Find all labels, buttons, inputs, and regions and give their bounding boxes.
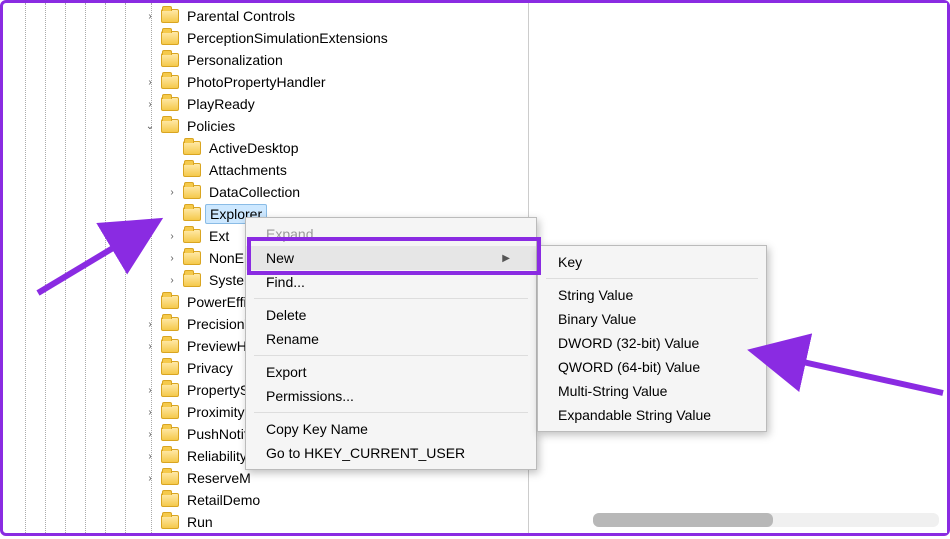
chevron-right-icon[interactable]: › [165,229,179,243]
submenu-multi-string[interactable]: Multi-String Value [538,379,766,403]
chevron-right-icon[interactable]: › [143,339,157,353]
folder-icon [161,471,179,485]
folder-icon [161,383,179,397]
menu-rename[interactable]: Rename [246,327,536,351]
tree-item-perceptionsimulationextensions[interactable]: PerceptionSimulationExtensions [143,27,523,49]
tree-item-label: Parental Controls [183,7,299,25]
folder-icon [161,53,179,67]
tree-item-datacollection[interactable]: › DataCollection [143,181,523,203]
chevron-right-icon: ▶ [502,253,510,264]
menu-permissions[interactable]: Permissions... [246,384,536,408]
chevron-right-icon[interactable]: › [143,427,157,441]
tree-item-personalization[interactable]: Personalization [143,49,523,71]
folder-icon [161,9,179,23]
tree-item-playready[interactable]: › PlayReady [143,93,523,115]
menu-separator [254,355,528,356]
folder-icon [183,273,201,287]
tree-item-label: PlayReady [183,95,259,113]
chevron-right-icon[interactable]: › [165,185,179,199]
tree-item-label: PhotoPropertyHandler [183,73,330,91]
chevron-right-icon[interactable]: › [143,97,157,111]
tree-item-run[interactable]: Run [143,511,523,533]
chevron-right-icon[interactable]: › [143,449,157,463]
tree-item-parental-controls[interactable]: › Parental Controls [143,5,523,27]
folder-icon [161,75,179,89]
tree-item-label: Personalization [183,51,287,69]
folder-icon [161,31,179,45]
menu-separator [546,278,758,279]
tree-item-label: Ext [205,227,233,245]
tree-item-label: Reliability [183,447,251,465]
chevron-right-icon[interactable]: › [143,471,157,485]
folder-icon [161,295,179,309]
folder-icon [161,515,179,529]
chevron-right-icon[interactable]: › [143,9,157,23]
menu-find[interactable]: Find... [246,270,536,294]
tree-item-attachments[interactable]: Attachments [143,159,523,181]
chevron-right-icon[interactable]: › [165,273,179,287]
folder-icon [161,317,179,331]
menu-go-to[interactable]: Go to HKEY_CURRENT_USER [246,441,536,465]
menu-copy-key-name[interactable]: Copy Key Name [246,417,536,441]
chevron-down-icon[interactable]: ⌄ [143,119,157,133]
submenu-dword[interactable]: DWORD (32-bit) Value [538,331,766,355]
submenu-binary[interactable]: Binary Value [538,307,766,331]
folder-icon [183,251,201,265]
folder-icon [161,449,179,463]
menu-expand: Expand [246,222,536,246]
tree-item-label: ReserveM [183,469,255,487]
folder-icon [161,97,179,111]
folder-icon [161,405,179,419]
folder-icon [183,163,201,177]
tree-item-label: PropertyS [183,381,253,399]
tree-item-label: RetailDemo [183,491,264,509]
scrollbar-thumb[interactable] [593,513,773,527]
new-submenu[interactable]: Key String Value Binary Value DWORD (32-… [537,245,767,432]
tree-item-label: PerceptionSimulationExtensions [183,29,392,47]
chevron-right-icon[interactable]: › [143,383,157,397]
tree-item-label: Attachments [205,161,291,179]
tree-item-reservem[interactable]: › ReserveM [143,467,523,489]
folder-icon [161,119,179,133]
tree-item-label: Run [183,513,217,531]
submenu-expandable-string[interactable]: Expandable String Value [538,403,766,427]
chevron-right-icon[interactable]: › [143,405,157,419]
folder-icon [161,427,179,441]
folder-icon [161,361,179,375]
menu-separator [254,298,528,299]
folder-icon [161,493,179,507]
tree-item-activedesktop[interactable]: ActiveDesktop [143,137,523,159]
submenu-qword[interactable]: QWORD (64-bit) Value [538,355,766,379]
tree-item-label: PushNotif [183,425,252,443]
tree-item-retaildemo[interactable]: RetailDemo [143,489,523,511]
tree-item-label: PreviewH [183,337,251,355]
tree-item-photopropertyhandler[interactable]: › PhotoPropertyHandler [143,71,523,93]
tree-item-label: DataCollection [205,183,304,201]
tree-item-label: PowerEffi [183,293,251,311]
menu-delete[interactable]: Delete [246,303,536,327]
chevron-right-icon[interactable]: › [143,75,157,89]
submenu-string[interactable]: String Value [538,283,766,307]
tree-item-label: Policies [183,117,239,135]
tree-item-label: Proximity [183,403,249,421]
folder-icon [183,229,201,243]
menu-separator [254,412,528,413]
folder-icon [161,339,179,353]
menu-new[interactable]: New ▶ [246,246,536,270]
chevron-right-icon[interactable]: › [165,251,179,265]
context-menu[interactable]: Expand New ▶ Find... Delete Rename Expor… [245,217,537,470]
chevron-right-icon[interactable]: › [143,317,157,331]
tree-item-policies[interactable]: ⌄ Policies [143,115,523,137]
folder-icon [183,185,201,199]
menu-export[interactable]: Export [246,360,536,384]
tree-item-label: ActiveDesktop [205,139,302,157]
submenu-key[interactable]: Key [538,250,766,274]
horizontal-scrollbar[interactable] [593,513,939,527]
folder-icon [183,207,201,221]
tree-item-label: Privacy [183,359,237,377]
folder-icon [183,141,201,155]
